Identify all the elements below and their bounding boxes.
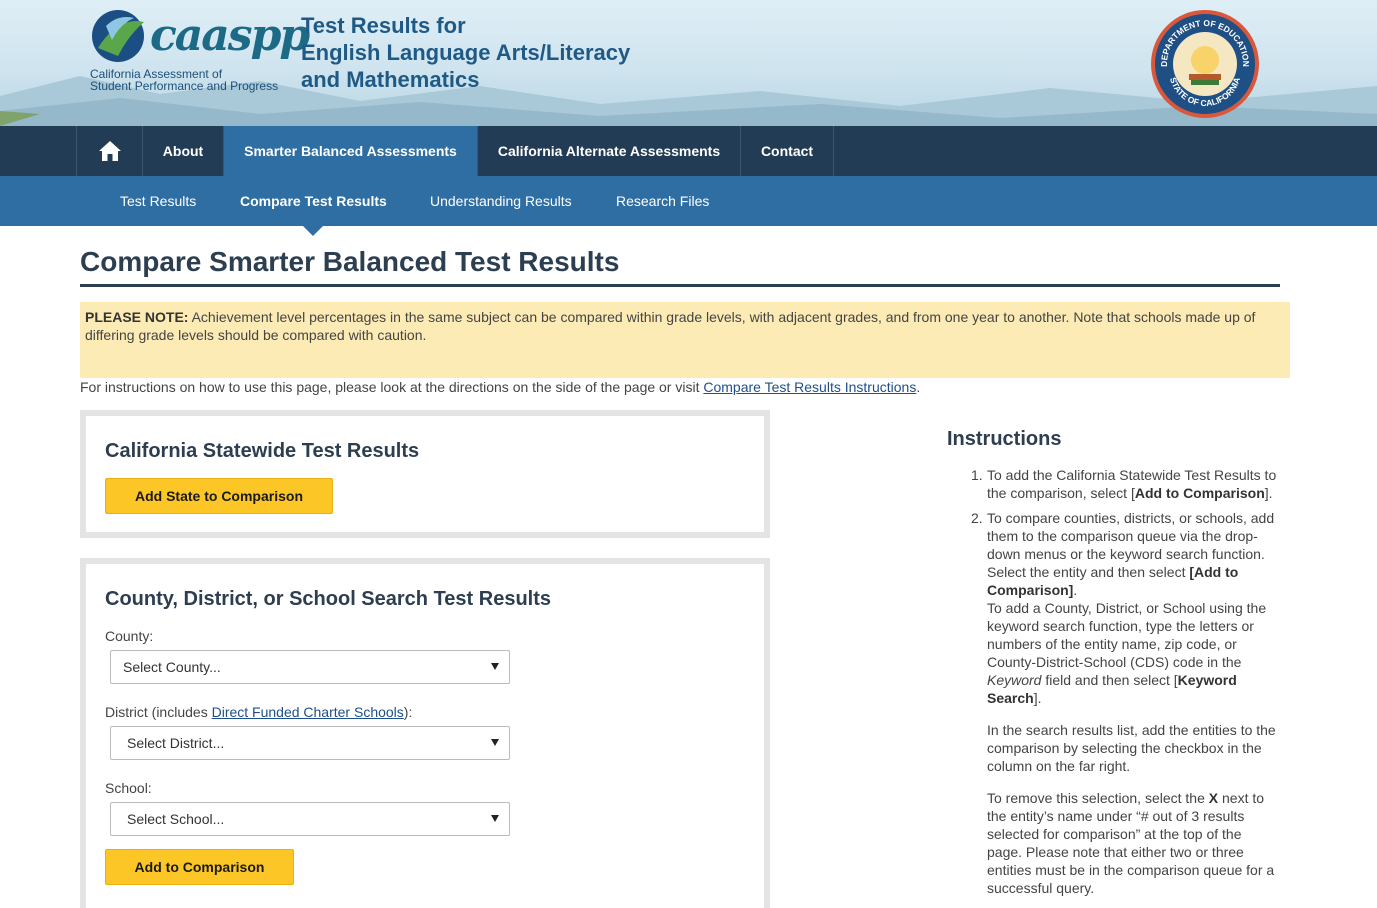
instruction-text: field and then select [ — [1041, 672, 1178, 688]
compare-instructions-link[interactable]: Compare Test Results Instructions — [703, 379, 916, 395]
site-title-line-1: Test Results for — [301, 13, 466, 38]
district-label: District (includes Direct Funded Charter… — [105, 704, 412, 720]
logo-wordmark: caaspp — [150, 10, 310, 61]
main-navigation: About Smarter Balanced Assessments Calif… — [0, 126, 1377, 176]
nav-smarter-balanced[interactable]: Smarter Balanced Assessments — [223, 126, 477, 176]
district-select-value: Select District... — [127, 735, 225, 751]
instruction-emphasis: Add to Comparison — [1134, 485, 1265, 501]
active-tab-caret — [303, 226, 323, 236]
instruction-number: 1. — [971, 467, 983, 483]
instructions-title: Instructions — [947, 428, 1062, 450]
note-text: Achievement level percentages in the sam… — [85, 309, 1256, 343]
instruction-number: 2. — [971, 510, 983, 526]
statewide-panel-title: California Statewide Test Results — [105, 440, 420, 462]
instruction-text: ]. — [1033, 690, 1042, 706]
search-panel-title: County, District, or School Search Test … — [105, 588, 552, 610]
nav-contact[interactable]: Contact — [740, 126, 833, 176]
county-label: County: — [105, 628, 154, 644]
nav-home[interactable] — [76, 126, 142, 176]
nav-about[interactable]: About — [142, 126, 223, 176]
school-select[interactable]: Select School... — [110, 802, 510, 836]
site-title-line-3: and Mathematics — [301, 67, 480, 92]
instruction-paragraph: In the search results list, add the enti… — [987, 722, 1276, 774]
home-icon — [98, 141, 121, 161]
subnav-understanding-results[interactable]: Understanding Results — [430, 176, 572, 226]
logo-subtitle: California Assessment of Student Perform… — [90, 68, 290, 92]
district-select[interactable]: Select District... — [110, 726, 510, 760]
site-title-line-2: English Language Arts/Literacy — [301, 40, 631, 65]
search-panel: County, District, or School Search Test … — [80, 558, 770, 908]
add-state-to-comparison-button[interactable]: Add State to Comparison — [105, 478, 333, 514]
caaspp-logo[interactable]: caaspp California Assessment of Student … — [88, 6, 310, 96]
instructions-intro: For instructions on how to use this page… — [80, 379, 920, 395]
instructions-intro-text: For instructions on how to use this page… — [80, 379, 704, 395]
district-label-prefix: District (includes — [105, 704, 212, 720]
note-label: PLEASE NOTE: — [85, 309, 189, 325]
subnav-test-results[interactable]: Test Results — [120, 176, 196, 226]
county-select[interactable]: Select County... — [110, 650, 510, 684]
instruction-text: To add a County, District, or School usi… — [987, 600, 1267, 670]
instruction-item-1: 1. To add the California Statewide Test … — [947, 466, 1277, 502]
page-title: Compare Smarter Balanced Test Results — [80, 246, 620, 277]
instruction-text: ]. — [1264, 485, 1273, 501]
school-label: School: — [105, 780, 152, 796]
dropdown-arrow-icon — [491, 815, 499, 822]
instruction-paragraph: To remove this selection, select the X n… — [987, 789, 1277, 897]
instruction-emphasis: X — [1208, 790, 1219, 806]
instruction-italic: Keyword — [987, 672, 1042, 688]
subnav-compare-test-results[interactable]: Compare Test Results — [240, 176, 387, 226]
instruction-paragraph: To add a County, District, or School usi… — [987, 599, 1277, 707]
dropdown-arrow-icon — [491, 739, 499, 746]
subnav-research-files[interactable]: Research Files — [616, 176, 709, 226]
statewide-panel: California Statewide Test Results Add St… — [80, 410, 770, 538]
nav-divider — [833, 126, 834, 176]
county-select-value: Select County... — [123, 659, 221, 675]
district-label-suffix: ): — [403, 704, 413, 720]
instruction-item-2: 2. To compare counties, districts, or sc… — [947, 509, 1277, 897]
instructions-intro-suffix: . — [916, 379, 921, 395]
dropdown-arrow-icon — [491, 663, 499, 670]
instructions-list: 1. To add the California Statewide Test … — [947, 466, 1277, 908]
please-note-banner: PLEASE NOTE: Achievement level percentag… — [80, 302, 1290, 378]
instruction-text: To remove this selection, select the — [987, 790, 1209, 806]
school-select-value: Select School... — [127, 811, 225, 827]
sub-navigation: Test Results Compare Test Results Unders… — [0, 176, 1377, 226]
instruction-paragraph: To compare counties, districts, or schoo… — [987, 509, 1277, 599]
title-divider — [80, 284, 1280, 287]
logo-subtitle-line-2: Student Performance and Progress — [90, 79, 279, 93]
logo-mark-icon — [92, 10, 144, 62]
instruction-text: . — [1073, 582, 1078, 598]
nav-california-alternate[interactable]: California Alternate Assessments — [477, 126, 740, 176]
add-to-comparison-button[interactable]: Add to Comparison — [105, 849, 294, 885]
site-header: caaspp California Assessment of Student … — [0, 0, 1377, 126]
site-title: Test Results for English Language Arts/L… — [301, 12, 630, 93]
department-of-education-seal[interactable]: DEPARTMENT OF EDUCATION STATE OF CALIFOR… — [1149, 8, 1261, 120]
direct-funded-charter-schools-link[interactable]: Direct Funded Charter Schools — [212, 704, 404, 720]
